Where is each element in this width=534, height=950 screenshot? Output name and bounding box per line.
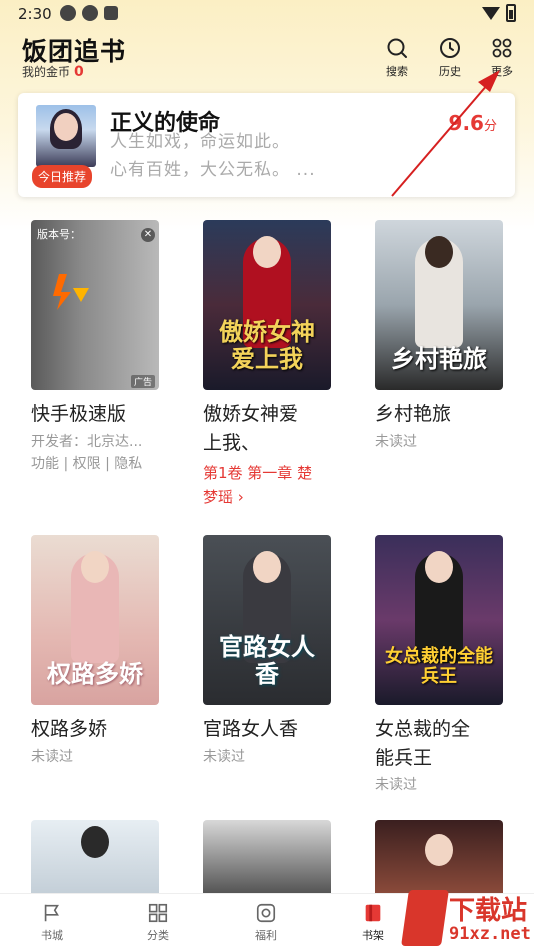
cover-title: 女总裁的全能兵王 — [385, 646, 493, 688]
book-item[interactable]: 乡村艳旅 乡村艳旅 未读过 — [375, 220, 505, 453]
book-item[interactable] — [31, 820, 161, 893]
notification-icon — [82, 5, 98, 21]
recommend-card[interactable]: 今日推荐 正义的使命 人生如戏，命运如此。 心有百姓，大公无私。 ... 9.6… — [18, 93, 515, 197]
book-item[interactable]: 傲娇女神爱上我 傲娇女神爱 上我、 第1卷 第一章 楚梦瑶 › — [203, 220, 333, 509]
more-button[interactable]: 更多 — [482, 36, 522, 79]
book-title: 乡村艳旅 — [375, 403, 452, 425]
recommend-score: 9.6分 — [449, 111, 497, 135]
watermark-text-1: 下载站 — [449, 896, 528, 926]
recommend-badge: 今日推荐 — [32, 165, 93, 188]
cover-title: 乡村艳旅 — [391, 344, 487, 373]
coins-display[interactable]: 我的金币 0 — [22, 63, 84, 80]
status-bar: 2:30 — [0, 0, 534, 30]
site-watermark: 下载站 91xz.net — [401, 888, 534, 950]
history-label: 历史 — [439, 65, 461, 78]
coins-value: 0 — [74, 64, 84, 80]
recommend-line-2: 心有百姓，大公无私。 ... — [110, 160, 316, 180]
nav-label: 书架 — [362, 929, 384, 942]
nav-label: 书城 — [41, 929, 63, 942]
category-icon — [148, 903, 168, 923]
nav-bookshelf[interactable]: 书架 — [343, 902, 403, 943]
close-icon[interactable]: ✕ — [141, 228, 155, 242]
book-cover: 傲娇女神爱上我 — [203, 220, 331, 390]
history-button[interactable]: 历史 — [430, 36, 470, 79]
notification-icon — [60, 5, 76, 21]
bookshelf-icon — [365, 904, 381, 922]
nav-label: 福利 — [255, 929, 277, 942]
more-label: 更多 — [491, 65, 513, 78]
book-item[interactable]: 权路多娇 权路多娇 未读过 — [31, 535, 161, 768]
book-title: 快手极速版 — [31, 403, 127, 425]
read-status: 未读过 — [375, 777, 417, 793]
book-cover — [375, 820, 503, 893]
welfare-icon — [256, 903, 276, 923]
cover-title: 权路多娇 — [47, 659, 143, 688]
book-item[interactable] — [203, 820, 333, 893]
read-status: 未读过 — [203, 748, 245, 765]
book-cover: 权路多娇 — [31, 535, 159, 705]
ad-developer: 开发者：北京达... — [31, 433, 143, 450]
book-title: 女总裁的全 能兵王 — [375, 718, 471, 769]
kuaishou-logo-icon — [53, 274, 89, 310]
battery-icon — [506, 4, 516, 22]
search-label: 搜索 — [386, 65, 408, 78]
book-item[interactable]: 官路女人香 官路女人香 未读过 — [203, 535, 333, 768]
history-icon — [440, 38, 460, 58]
book-cover — [31, 820, 159, 893]
ad-version: 版本号： — [37, 228, 81, 241]
score-value: 9.6 — [448, 111, 484, 135]
watermark-logo-icon — [401, 890, 449, 946]
nav-welfare[interactable]: 福利 — [236, 902, 296, 943]
book-cover — [203, 820, 331, 893]
cover-title: 傲娇女神爱上我 — [219, 318, 315, 373]
score-unit: 分 — [483, 119, 497, 134]
book-item[interactable]: 女总裁的全能兵王 女总裁的全 能兵王 未读过 — [375, 535, 505, 796]
notification-icon — [104, 6, 118, 20]
watermark-text-2: 91xz.net — [449, 924, 531, 944]
search-button[interactable]: 搜索 — [377, 36, 417, 79]
ad-tag: 广告 — [130, 375, 155, 388]
search-icon — [387, 38, 407, 58]
nav-label: 分类 — [147, 929, 169, 942]
read-status: 未读过 — [375, 433, 417, 450]
book-cover: 女总裁的全能兵王 — [375, 535, 503, 705]
recommend-cover — [36, 105, 96, 167]
wifi-icon — [482, 6, 500, 20]
nav-bookstore[interactable]: 书城 — [22, 902, 82, 943]
coins-label: 我的金币 — [22, 65, 71, 79]
grid-more-icon — [492, 38, 512, 58]
book-title: 官路女人香 — [203, 718, 299, 740]
status-icons — [60, 5, 118, 21]
status-time: 2:30 — [18, 5, 52, 23]
cover-title: 官路女人香 — [219, 633, 315, 688]
book-title: 权路多娇 — [31, 718, 108, 740]
book-title: 傲娇女神爱 上我、 — [203, 403, 299, 454]
book-cover: 官路女人香 — [203, 535, 331, 705]
nav-category[interactable]: 分类 — [128, 902, 188, 943]
ad-cover: 版本号： ✕ 广告 — [31, 220, 159, 390]
ad-links[interactable]: 功能 | 权限 | 隐私 — [31, 453, 161, 475]
book-cover: 乡村艳旅 — [375, 220, 503, 390]
chapter-progress[interactable]: 第1卷 第一章 楚梦瑶 › — [203, 461, 333, 509]
bookstore-icon — [44, 904, 59, 922]
read-status: 未读过 — [31, 748, 73, 765]
book-item[interactable] — [375, 820, 505, 893]
recommend-line-1: 人生如戏，命运如此。 — [110, 132, 290, 152]
book-item-ad[interactable]: 版本号： ✕ 广告 快手极速版 开发者：北京达... 功能 | 权限 | 隐私 — [31, 220, 161, 475]
